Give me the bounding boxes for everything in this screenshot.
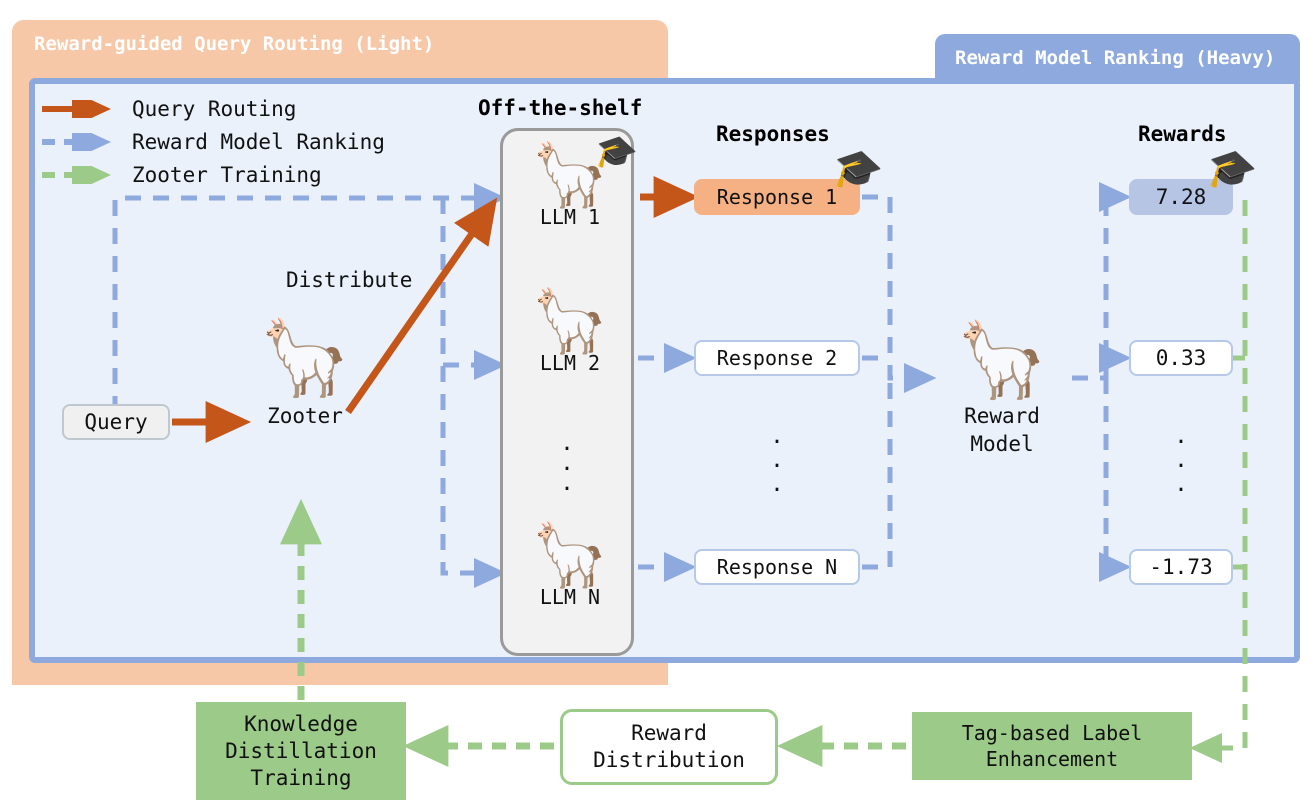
left-panel-tab: Reward-guided Query Routing (Light) [12,20,482,68]
reward-model-label-line1: Reward [964,404,1040,428]
knowledge-distillation-training-node[interactable]: Knowledge Distillation Training [196,702,406,800]
off-the-shelf-llm-container: 🦙 LLM 1 🦙 LLM 2 🦙 LLM N [500,128,634,656]
legend-item-reward-model-ranking: Reward Model Ranking [40,125,440,158]
left-panel-title: Reward-guided Query Routing (Light) [34,33,435,55]
llm-ellipsis: ... [560,431,574,496]
right-panel-tab: Reward Model Ranking (Heavy) [935,34,1300,82]
llm-item-2[interactable]: 🦙 LLM 2 [503,284,637,376]
graduation-cap-icon: 🎓 [591,129,642,177]
zooter-label: Zooter [267,404,343,428]
zooter-node[interactable]: 🦙 Zooter [245,318,365,428]
llama-reading-icon: 🦙 [955,317,1049,403]
llm-item-n[interactable]: 🦙 LLM N [503,518,637,610]
responses-heading: Responses [716,122,830,146]
llm-label-1: LLM 1 [539,205,601,229]
response-box-n[interactable]: Response N [694,549,860,585]
legend-line-solid-icon [42,99,111,118]
llama-glasses-icon: 🦙 [258,315,352,401]
legend-label-zooter-training: Zooter Training [132,162,322,187]
query-box[interactable]: Query [62,404,170,440]
llama-icon: 🦙 [531,284,609,357]
right-panel-title: Reward Model Ranking (Heavy) [955,47,1276,69]
response-box-2[interactable]: Response 2 [694,340,860,376]
legend: Query Routing Reward Model Ranking Zoote… [40,92,440,191]
off-the-shelf-heading: Off-the-shelf [478,96,643,120]
reward-box-n[interactable]: -1.73 [1129,549,1233,585]
reward-model-label-line2: Model [970,432,1034,456]
tag-based-label-enhancement-node[interactable]: Tag-based Label Enhancement [912,712,1192,780]
reward-box-2[interactable]: 0.33 [1129,340,1233,376]
reward-distribution-node[interactable]: Reward Distribution [560,709,778,785]
legend-line-dashed-green-icon [42,165,111,184]
llm-label-2: LLM 2 [539,351,601,375]
response-ellipsis: ... [770,424,784,497]
llama-icon: 🦙 [531,518,609,591]
knowledge-distillation-label: Knowledge Distillation Training [225,711,377,790]
reward-model-node[interactable]: 🦙 Reward Model [940,320,1064,456]
legend-label-query-routing: Query Routing [132,96,297,121]
llm-label-n: LLM N [539,585,601,609]
legend-line-dashed-blue-icon [42,132,111,151]
tag-based-label-enhancement-label: Tag-based Label Enhancement [961,721,1143,771]
legend-item-query-routing: Query Routing [40,92,440,125]
reward-distribution-label: Reward Distribution [593,721,745,772]
graduation-cap-icon: 🎓 [828,142,888,198]
legend-item-zooter-training: Zooter Training [40,158,440,191]
graduation-cap-icon: 🎓 [1202,142,1262,198]
reward-ellipsis: ... [1174,424,1188,497]
distribute-edge-label: Distribute [286,268,413,292]
legend-label-reward-model-ranking: Reward Model Ranking [132,129,385,154]
